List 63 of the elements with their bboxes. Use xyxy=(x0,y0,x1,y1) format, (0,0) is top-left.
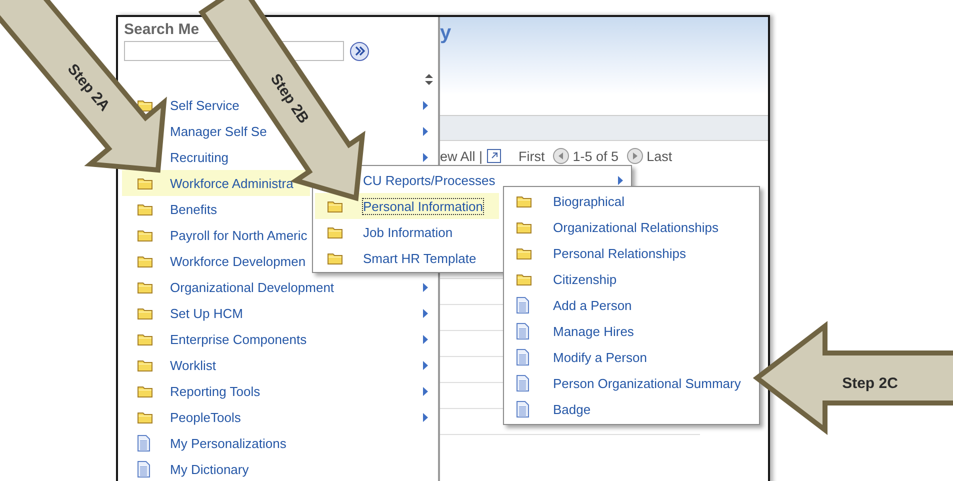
menu-item[interactable]: Organizational Relationships xyxy=(553,214,718,240)
menu-item[interactable]: My Dictionary xyxy=(170,456,249,481)
folder-icon xyxy=(137,254,153,268)
external-window-icon[interactable] xyxy=(486,149,501,163)
page-icon xyxy=(137,460,151,478)
page-icon xyxy=(516,400,530,418)
menu-item[interactable]: Payroll for North Americ xyxy=(170,222,308,248)
folder-icon xyxy=(137,176,153,190)
menu-item[interactable]: Smart HR Template xyxy=(363,245,476,271)
page-title: y xyxy=(440,22,452,45)
folder-icon xyxy=(137,228,153,242)
folder-icon xyxy=(516,220,532,234)
menu-item[interactable]: Job Information xyxy=(363,219,453,245)
menu-item[interactable]: CU Reports/Processes xyxy=(363,167,496,193)
folder-icon xyxy=(137,202,153,216)
page-icon xyxy=(516,322,530,340)
menu-item[interactable]: Organizational Development xyxy=(170,274,334,300)
menu-item[interactable]: Benefits xyxy=(170,196,217,222)
first-link[interactable]: First xyxy=(518,148,545,164)
folder-icon xyxy=(137,332,153,346)
folder-icon xyxy=(516,272,532,286)
menu-item[interactable]: Enterprise Components xyxy=(170,326,307,352)
folder-icon xyxy=(137,410,153,424)
double-chevron-icon xyxy=(354,45,366,57)
folder-icon xyxy=(137,358,153,372)
menu-item[interactable]: Reporting Tools xyxy=(170,378,260,404)
menu-item[interactable]: My Personalizations xyxy=(170,430,286,456)
page-icon xyxy=(516,296,530,314)
callout-label: Step 2C xyxy=(842,374,898,392)
folder-icon xyxy=(327,199,343,213)
page-icon xyxy=(516,374,530,392)
folder-icon xyxy=(516,194,532,208)
menu-item[interactable]: Biographical xyxy=(553,188,625,214)
folder-icon xyxy=(327,225,343,239)
menu-item[interactable]: Badge xyxy=(553,396,591,422)
menu-item[interactable]: PeopleTools xyxy=(170,404,241,430)
folder-icon xyxy=(137,306,153,320)
sort-icon[interactable] xyxy=(425,74,433,85)
menu-item[interactable]: Manager Self Se xyxy=(170,118,267,144)
page-icon xyxy=(137,434,151,452)
menu-item[interactable]: Person Organizational Summary xyxy=(553,370,741,396)
folder-icon xyxy=(137,280,153,294)
previous-icon[interactable] xyxy=(552,148,569,164)
page-icon xyxy=(516,348,530,366)
menu-item[interactable]: Add a Person xyxy=(553,292,632,318)
menu-item[interactable]: Workforce Developmen xyxy=(170,248,306,274)
menu-item[interactable]: Personal Relationships xyxy=(553,240,686,266)
menu-item[interactable]: Set Up HCM xyxy=(170,300,243,326)
last-link[interactable]: Last xyxy=(646,148,672,164)
next-icon[interactable] xyxy=(626,148,643,164)
folder-icon xyxy=(516,246,532,260)
page-range: 1-5 of 5 xyxy=(572,148,619,164)
menu-item[interactable]: Worklist xyxy=(170,352,216,378)
menu-item[interactable]: Self Service xyxy=(170,92,240,118)
folder-icon xyxy=(327,251,343,265)
menu-item[interactable]: Manage Hires xyxy=(553,318,634,344)
menu-item[interactable]: Modify a Person xyxy=(553,344,647,370)
folder-icon xyxy=(137,384,153,398)
menu-item[interactable]: Citizenship xyxy=(553,266,617,292)
view-all-link[interactable]: ew All | xyxy=(440,148,483,164)
menu-title: Search Me xyxy=(124,21,200,38)
menu-item[interactable]: Recruiting xyxy=(170,144,229,170)
go-button[interactable] xyxy=(350,42,369,60)
